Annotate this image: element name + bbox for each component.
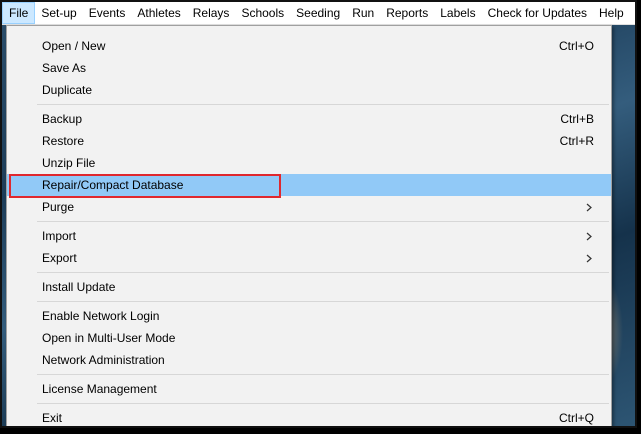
chevron-right-icon <box>584 231 594 241</box>
menu-events[interactable]: Events <box>83 2 132 24</box>
menu-help[interactable]: Help <box>593 2 630 24</box>
menu-item-install-update[interactable]: Install Update <box>7 276 611 298</box>
menu-item-label: Restore <box>42 134 85 148</box>
menu-item-license-management[interactable]: License Management <box>7 378 611 400</box>
menu-file[interactable]: File <box>2 2 36 24</box>
menu-separator <box>37 301 609 302</box>
menu-item-restore[interactable]: Restore Ctrl+R <box>7 130 611 152</box>
menu-item-import[interactable]: Import <box>7 225 611 247</box>
menu-item-open-new[interactable]: Open / New Ctrl+O <box>7 35 611 57</box>
app-window: File Set-up Events Athletes Relays Schools See… <box>0 0 637 428</box>
menu-item-exit[interactable]: Exit Ctrl+Q <box>7 407 611 426</box>
menu-item-shortcut: Ctrl+B <box>560 112 594 126</box>
menu-item-label: License Management <box>42 382 157 396</box>
menu-item-shortcut: Ctrl+Q <box>558 411 594 425</box>
menu-item-label: Open in Multi-User Mode <box>42 331 176 345</box>
menu-item-save-as[interactable]: Save As <box>7 57 611 79</box>
menu-labels[interactable]: Labels <box>434 2 481 24</box>
menu-item-label: Duplicate <box>42 83 93 97</box>
menu-separator <box>37 104 609 105</box>
menu-relays[interactable]: Relays <box>187 2 236 24</box>
menu-item-label: Import <box>42 229 77 243</box>
file-menu-dropdown: Open / New Ctrl+O Save As Duplicate Backup Ct… <box>6 25 612 426</box>
menu-item-label: Backup <box>42 112 83 126</box>
menu-item-label: Purge <box>42 200 75 214</box>
menu-item-label: Export <box>42 251 77 265</box>
menu-run[interactable]: Run <box>346 2 380 24</box>
menu-item-backup[interactable]: Backup Ctrl+B <box>7 108 611 130</box>
chevron-right-icon <box>584 253 594 263</box>
menu-item-shortcut: Ctrl+R <box>559 134 594 148</box>
menu-item-label: Exit <box>42 411 63 425</box>
menu-item-open-in-multi-user-mode[interactable]: Open in Multi-User Mode <box>7 327 611 349</box>
menu-item-purge[interactable]: Purge <box>7 196 611 218</box>
menu-top-padding <box>7 26 611 35</box>
menu-item-label: Install Update <box>42 280 116 294</box>
menu-setup[interactable]: Set-up <box>35 2 82 24</box>
menu-item-shortcut: Ctrl+O <box>558 39 594 53</box>
menu-seeding[interactable]: Seeding <box>290 2 346 24</box>
menu-separator <box>37 374 609 375</box>
menu-schools[interactable]: Schools <box>235 2 290 24</box>
menu-separator <box>37 221 609 222</box>
menu-item-network-administration[interactable]: Network Administration <box>7 349 611 371</box>
menu-item-label: Save As <box>42 61 87 75</box>
menu-item-label: Network Administration <box>42 353 165 367</box>
menu-item-label: Repair/Compact Database <box>42 178 184 192</box>
menu-item-duplicate[interactable]: Duplicate <box>7 79 611 101</box>
menu-item-enable-network-login[interactable]: Enable Network Login <box>7 305 611 327</box>
menu-separator <box>37 272 609 273</box>
menu-item-label: Enable Network Login <box>42 309 160 323</box>
menu-item-label: Open / New <box>42 39 106 53</box>
menu-bar: File Set-up Events Athletes Relays Schools See… <box>2 2 635 25</box>
menu-item-unzip-file[interactable]: Unzip File <box>7 152 611 174</box>
menu-item-repair-compact-database[interactable]: Repair/Compact Database <box>7 174 611 198</box>
menu-separator <box>37 403 609 404</box>
menu-athletes[interactable]: Athletes <box>131 2 186 24</box>
menu-item-label: Unzip File <box>42 156 96 170</box>
chevron-right-icon <box>584 202 594 212</box>
menu-item-export[interactable]: Export <box>7 247 611 269</box>
menu-reports[interactable]: Reports <box>380 2 434 24</box>
menu-check-updates[interactable]: Check for Updates <box>482 2 593 24</box>
